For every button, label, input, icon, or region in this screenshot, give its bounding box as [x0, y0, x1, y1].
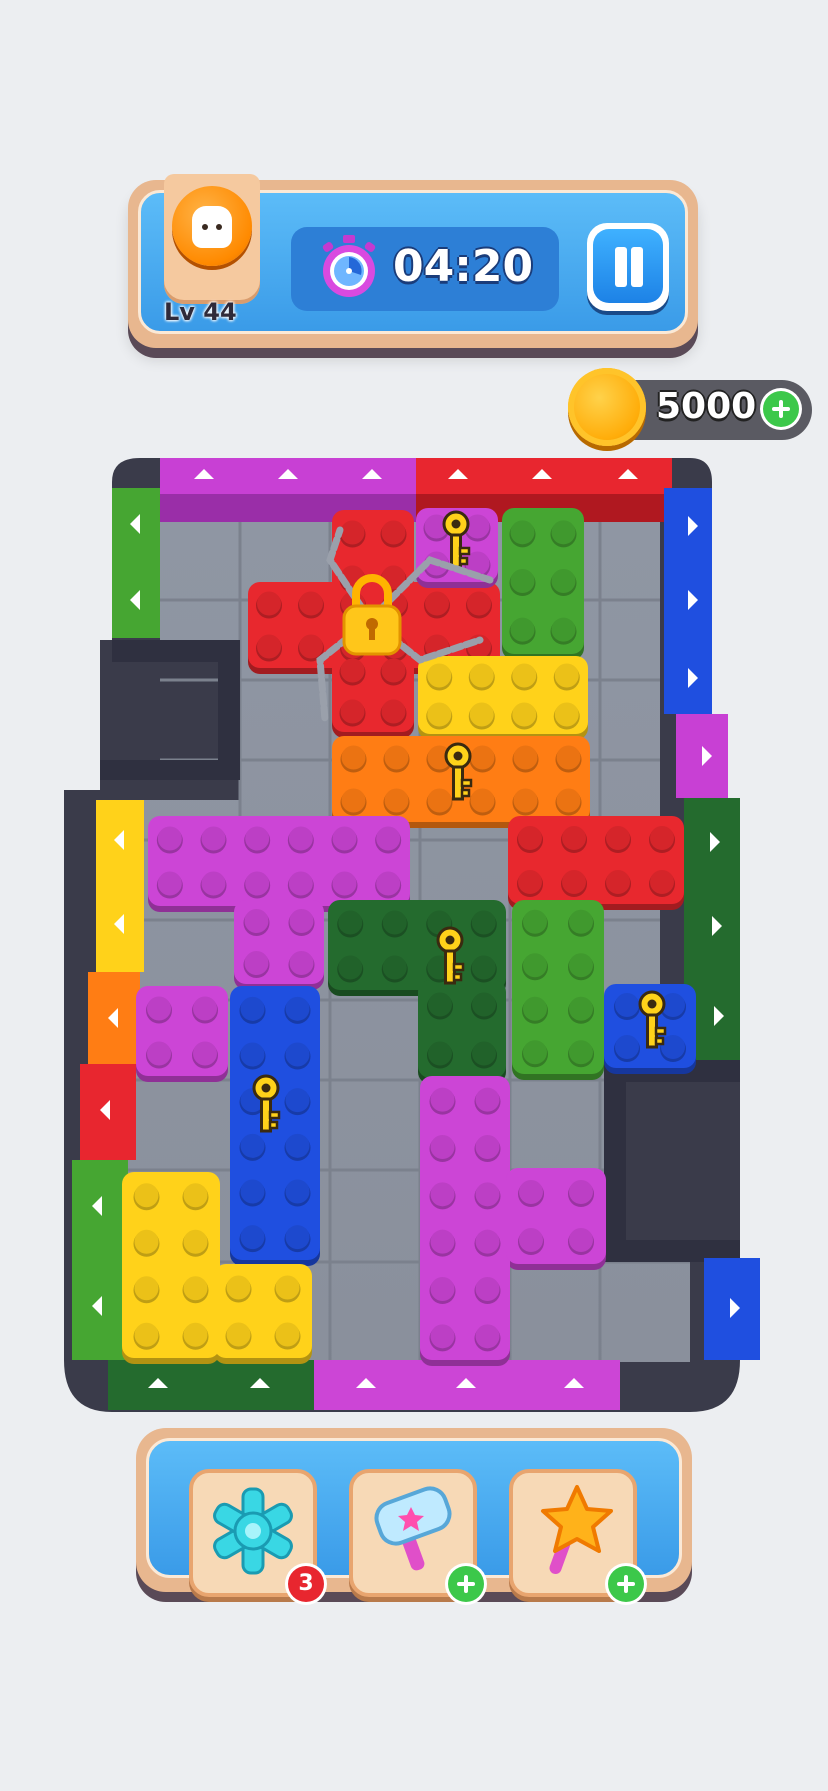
gate-left-green-lower[interactable]: [72, 1160, 128, 1360]
add-wand-button[interactable]: [605, 1563, 647, 1605]
gate-bottom-darkgreen[interactable]: [108, 1360, 314, 1410]
star-wand-icon: [541, 1485, 613, 1575]
piece-yellow-bar[interactable]: [418, 656, 588, 740]
snowflake-icon: [213, 1487, 293, 1575]
hammer-icon: [374, 1486, 452, 1571]
hammer-booster-button[interactable]: [349, 1469, 487, 1605]
plus-icon: [448, 1566, 484, 1602]
plus-icon: [608, 1566, 644, 1602]
piece-magenta-small[interactable]: [136, 986, 228, 1082]
piece-green-vertical-2[interactable]: [512, 900, 604, 1080]
piece-red-bar[interactable]: [508, 816, 684, 910]
piece-blue-key-small[interactable]: [604, 984, 696, 1074]
gate-left-green[interactable]: [112, 488, 160, 638]
piece-orange-bar[interactable]: [332, 736, 590, 828]
add-hammer-button[interactable]: [445, 1563, 487, 1605]
freeze-booster-button[interactable]: 3: [189, 1469, 327, 1605]
booster-tray: 3: [136, 1428, 692, 1605]
freeze-count-badge: 3: [285, 1563, 327, 1605]
wand-booster-button[interactable]: [509, 1469, 647, 1605]
gate-left-yellow[interactable]: [96, 800, 144, 972]
piece-green-vertical[interactable]: [502, 508, 584, 660]
piece-blue-vertical[interactable]: [230, 986, 320, 1266]
